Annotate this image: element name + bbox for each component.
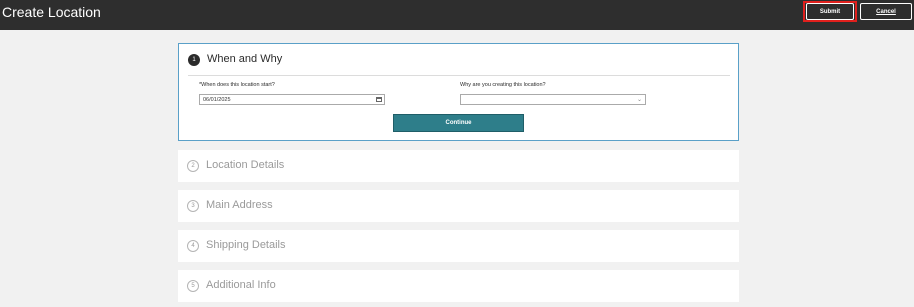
submit-button-label: Submit <box>819 8 841 15</box>
cancel-button[interactable]: Cancel <box>860 3 912 20</box>
step-number-badge: 2 <box>187 160 199 172</box>
step-title: Location Details <box>206 159 285 171</box>
calendar-icon[interactable] <box>376 97 382 102</box>
start-date-label-text: When does this location start? <box>201 82 275 88</box>
submit-button[interactable]: Submit <box>806 3 854 20</box>
step-additional-info[interactable]: 5 Additional Info <box>178 270 739 302</box>
step-main-address[interactable]: 3 Main Address <box>178 190 739 222</box>
start-date-field[interactable]: 06/01/2025 <box>199 94 385 105</box>
cancel-button-label: Cancel <box>876 8 896 15</box>
chevron-down-icon[interactable]: ⌄ <box>637 96 642 103</box>
step-number-badge: 4 <box>187 240 199 252</box>
step-title[interactable]: When and Why <box>207 53 282 65</box>
step-number-badge: 3 <box>187 200 199 212</box>
continue-button[interactable]: Continue <box>393 114 524 132</box>
start-date-value: 06/01/2025 <box>203 96 231 103</box>
step-when-and-why: 1 When and Why *When does this location … <box>178 43 739 141</box>
section-divider <box>188 75 730 76</box>
step-number-badge: 5 <box>187 280 199 292</box>
step-number-badge: 1 <box>188 54 200 66</box>
step-title: Additional Info <box>206 279 276 291</box>
header-bar: Create Location Submit Cancel <box>0 0 914 30</box>
step-title: Shipping Details <box>206 239 286 251</box>
step-shipping-details[interactable]: 4 Shipping Details <box>178 230 739 262</box>
reason-select[interactable]: ⌄ <box>460 94 646 105</box>
reason-label: Why are you creating this location? <box>460 82 546 88</box>
step-location-details[interactable]: 2 Location Details <box>178 150 739 182</box>
continue-button-label: Continue <box>445 120 472 126</box>
page-title: Create Location <box>2 4 101 20</box>
start-date-label: *When does this location start? <box>199 82 275 88</box>
step-title: Main Address <box>206 199 273 211</box>
